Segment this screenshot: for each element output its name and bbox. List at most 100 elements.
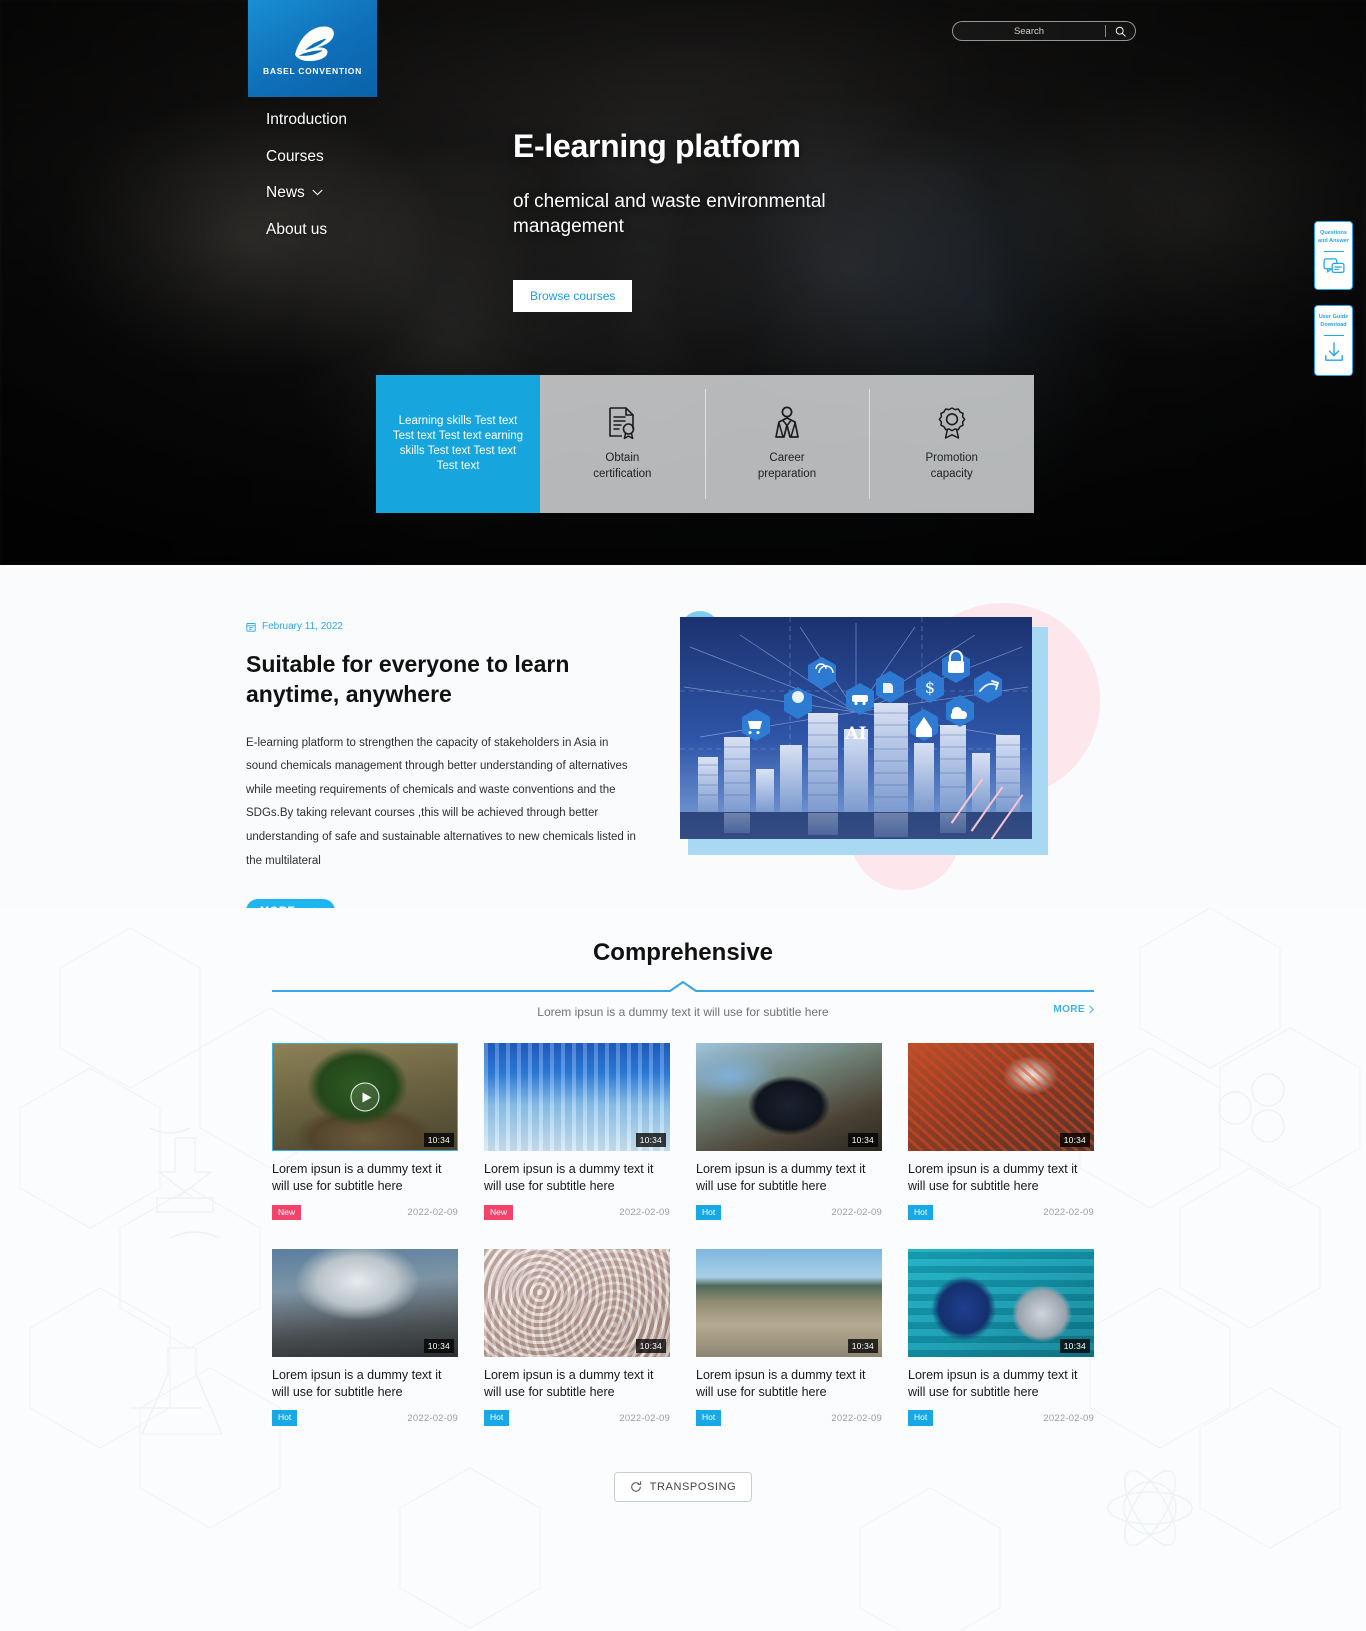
main-navigation: Introduction Courses News About us [266,112,347,237]
status-badge: Hot [908,1204,934,1220]
course-thumbnail[interactable]: 10:34 [484,1043,670,1151]
course-card[interactable]: 10:34 Lorem ipsun is a dummy text it wil… [696,1248,882,1426]
transposing-button[interactable]: TRANSPOSING [613,1471,753,1502]
course-card[interactable]: 10:34 Lorem ipsun is a dummy text it wil… [696,1043,882,1220]
hero-title: E-learning platform [513,128,801,164]
nav-label: About us [266,220,328,238]
course-date: 2022-02-09 [1043,1412,1094,1424]
course-thumbnail[interactable]: 10:34 [696,1043,882,1151]
feature-bar: Learning skills Test text Test text Test… [376,375,1034,513]
chevron-right-icon [1089,1005,1094,1014]
refresh-icon [630,1481,641,1492]
about-illustration: $ AI [660,585,1100,890]
course-meta: Hot 2022-02-09 [272,1410,458,1426]
feature-label-line2: certification [593,467,652,480]
ug-label-line2: Download [1320,322,1347,329]
brand-name: BASEL CONVENTION [263,65,362,76]
course-title: Lorem ipsun is a dummy text it will use … [908,1162,1078,1193]
course-title: Lorem ipsun is a dummy text it will use … [484,1367,654,1399]
course-title: Lorem ipsun is a dummy text it will use … [484,1162,654,1193]
course-meta: Hot 2022-02-09 [696,1410,882,1426]
transposing-label: TRANSPOSING [649,1480,737,1493]
questions-and-answer-button[interactable]: Questions and Answer [1314,221,1353,290]
course-title: Lorem ipsun is a dummy text it will use … [696,1367,866,1399]
feature-cell-obtain-certification[interactable]: Obtain certification [540,375,705,513]
course-title: Lorem ipsun is a dummy text it will use … [272,1367,442,1399]
course-meta: Hot 2022-02-09 [484,1410,670,1426]
decorative-slashes [950,770,1090,880]
hero-section: BASEL CONVENTION Introduction Courses Ne… [0,0,1366,565]
course-thumbnail[interactable]: 10:34 [272,1043,458,1151]
status-badge: Hot [696,1410,722,1426]
course-duration: 10:34 [635,1338,666,1353]
status-badge: Hot [908,1410,934,1426]
feature-label-line1: Career [769,452,805,465]
download-icon [1324,341,1343,361]
basel-b-logo-icon [294,25,334,61]
course-card[interactable]: 10:34 Lorem ipsun is a dummy text it wil… [484,1043,670,1220]
chevron-down-icon [312,190,323,196]
feature-text: Learning skills Test text Test text Test… [392,414,524,473]
section-divider [272,981,1094,993]
course-duration: 10:34 [847,1338,878,1353]
career-person-icon [772,406,802,440]
course-thumbnail[interactable]: 10:34 [484,1248,670,1357]
feature-label-line1: Obtain [605,452,640,465]
publish-date-text: February 11, 2022 [262,621,343,632]
browse-courses-button[interactable]: Browse courses [513,279,633,312]
course-title: Lorem ipsun is a dummy text it will use … [908,1367,1078,1399]
course-thumbnail[interactable]: 10:34 [272,1248,458,1357]
status-badge: Hot [696,1204,722,1220]
nav-label: Courses [266,147,324,165]
nav-item-news[interactable]: News [266,185,347,201]
course-date: 2022-02-09 [619,1412,670,1424]
play-button[interactable] [350,1082,380,1112]
course-meta: New 2022-02-09 [484,1204,670,1220]
about-text-column: February 11, 2022 Suitable for everyone … [246,621,638,908]
course-card[interactable]: 10:34 Lorem ipsun is a dummy text it wil… [908,1248,1094,1426]
comprehensive-more-label: MORE [1053,1004,1085,1015]
about-body: E-learning platform to strengthen the ca… [246,736,636,867]
course-card[interactable]: 10:34 Lorem ipsun is a dummy text it wil… [272,1248,458,1426]
status-badge: Hot [272,1410,298,1426]
nav-item-introduction[interactable]: Introduction [266,112,347,128]
course-thumbnail[interactable]: 10:34 [908,1248,1094,1357]
brand-logo[interactable]: BASEL CONVENTION [248,0,377,97]
course-title: Lorem ipsun is a dummy text it will use … [272,1162,442,1193]
course-title: Lorem ipsun is a dummy text it will use … [696,1162,866,1193]
course-duration: 10:34 [423,1133,454,1147]
about-more-button[interactable]: MORE [246,899,336,908]
course-date: 2022-02-09 [831,1412,882,1424]
svg-text:$: $ [925,678,935,697]
feature-cell-career-preparation[interactable]: Career preparation [704,375,870,513]
search-bar[interactable] [952,21,1136,41]
comprehensive-more-link[interactable]: MORE [1053,1004,1094,1015]
search-icon [1115,26,1126,37]
nav-item-courses[interactable]: Courses [266,147,347,165]
course-date: 2022-02-09 [619,1206,670,1218]
qa-label-line2: and Answer [1318,238,1349,245]
qa-label-line1: Questions [1320,230,1347,236]
nav-label: News [266,184,305,201]
svg-text:AI: AI [844,724,866,744]
search-input[interactable] [953,25,1105,37]
divider [1323,250,1344,252]
course-meta: Hot 2022-02-09 [696,1204,882,1220]
hero-subtitle: of chemical and waste environmental mana… [513,191,826,238]
feature-cell-learning-skills[interactable]: Learning skills Test text Test text Test… [376,375,540,513]
course-card[interactable]: 10:34 Lorem ipsun is a dummy text it wil… [908,1043,1094,1220]
nav-item-about-us[interactable]: About us [266,220,347,238]
user-guide-download-button[interactable]: User Guide Download [1314,305,1353,376]
course-thumbnail[interactable]: 10:34 [908,1043,1094,1151]
course-card[interactable]: 10:34 Lorem ipsun is a dummy text it wil… [272,1043,458,1220]
search-submit-button[interactable] [1115,26,1135,37]
course-meta: Hot 2022-02-09 [908,1410,1094,1426]
status-badge: New [484,1204,514,1220]
calendar-icon [246,622,256,632]
course-thumbnail[interactable]: 10:34 [696,1248,882,1357]
nav-label: Introduction [266,111,347,128]
feature-cell-promotion-capacity[interactable]: Promotion capacity [869,375,1034,513]
feature-label-line2: capacity [930,467,973,480]
feature-label-line2: preparation [757,467,817,480]
course-card[interactable]: 10:34 Lorem ipsun is a dummy text it wil… [484,1248,670,1426]
